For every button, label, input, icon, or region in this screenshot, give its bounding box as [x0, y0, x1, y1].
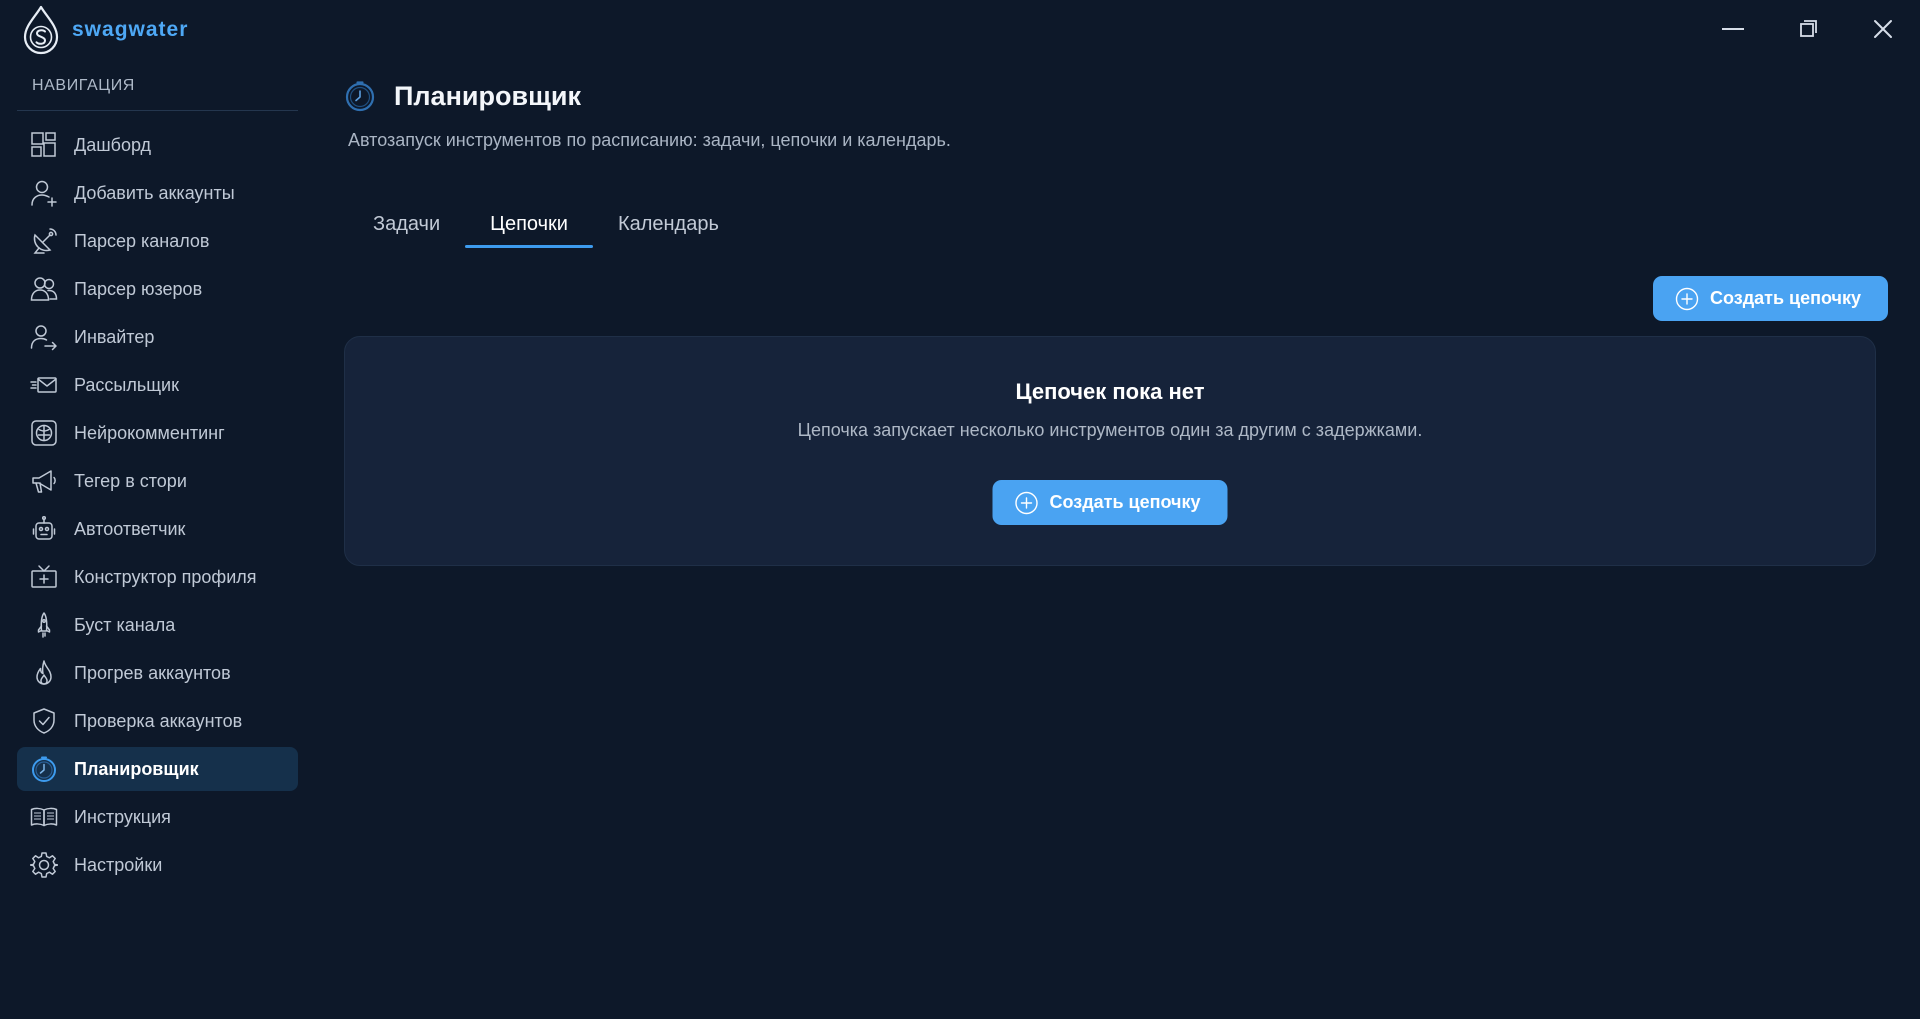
sidebar-item-auto-responder[interactable]: Автоответчик [17, 507, 298, 551]
sidebar-item-label: Нейрокомментинг [74, 422, 225, 443]
sidebar: swagwater НАВИГАЦИЯ Дашборд Добавить акк… [0, 0, 312, 1019]
app-window: swagwater НАВИГАЦИЯ Дашборд Добавить акк… [0, 0, 1920, 1019]
sidebar-item-label: Настройки [74, 854, 163, 875]
clock-icon [345, 81, 375, 112]
envelope-icon [30, 371, 58, 399]
water-drop-logo-icon [23, 5, 59, 55]
users-icon [30, 275, 58, 303]
book-icon [30, 803, 58, 831]
plus-circle-icon [1015, 491, 1038, 514]
rocket-icon [30, 611, 58, 639]
nav-divider [17, 110, 298, 111]
empty-state-card: Цепочек пока нет Цепочка запускает неско… [344, 336, 1876, 566]
sidebar-item-label: Добавить аккаунты [74, 182, 235, 203]
tabs: Задачи Цепочки Календарь [348, 200, 744, 250]
sidebar-item-account-warmup[interactable]: Прогрев аккаунтов [17, 651, 298, 695]
sidebar-item-story-tagger[interactable]: Тегер в стори [17, 459, 298, 503]
main-content: Планировщик Автозапуск инструментов по р… [344, 0, 1920, 1019]
dashboard-icon [30, 131, 58, 159]
satellite-dish-icon [30, 227, 58, 255]
sidebar-item-channel-parser[interactable]: Парсер каналов [17, 219, 298, 263]
sidebar-item-label: Конструктор профиля [74, 566, 257, 587]
create-chain-label: Создать цепочку [1710, 288, 1861, 308]
sidebar-item-label: Автоответчик [74, 518, 186, 539]
tab-chains[interactable]: Цепочки [465, 200, 593, 248]
tv-plus-icon [30, 563, 58, 591]
sidebar-item-dashboard[interactable]: Дашборд [17, 123, 298, 167]
sidebar-item-account-check[interactable]: Проверка аккаунтов [17, 699, 298, 743]
plus-circle-icon [1675, 287, 1699, 310]
sidebar-item-instructions[interactable]: Инструкция [17, 795, 298, 839]
robot-icon [30, 515, 58, 543]
brain-icon [30, 419, 58, 447]
nav-list: Дашборд Добавить аккаунты Парсер каналов [17, 123, 298, 891]
sidebar-item-label: Дашборд [74, 134, 152, 155]
create-chain-button[interactable]: Создать цепочку [1653, 276, 1888, 321]
empty-state-description: Цепочка запускает несколько инструментов… [797, 420, 1423, 440]
sidebar-item-label: Рассыльщик [74, 374, 179, 395]
sidebar-item-profile-builder[interactable]: Конструктор профиля [17, 555, 298, 599]
sidebar-item-scheduler[interactable]: Планировщик [17, 747, 298, 791]
sidebar-item-inviter[interactable]: Инвайтер [17, 315, 298, 359]
sidebar-item-label: Парсер юзеров [74, 278, 203, 299]
sidebar-item-mailer[interactable]: Рассыльщик [17, 363, 298, 407]
empty-state-title: Цепочек пока нет [1015, 379, 1205, 404]
sidebar-item-label: Тегер в стори [74, 470, 187, 491]
gear-icon [30, 851, 58, 879]
sidebar-item-label: Планировщик [74, 758, 199, 779]
empty-create-chain-button[interactable]: Создать цепочку [992, 480, 1228, 525]
nav-heading: НАВИГАЦИЯ [32, 77, 135, 94]
brand[interactable]: swagwater [22, 4, 188, 56]
shield-check-icon [30, 707, 58, 735]
clock-icon [30, 755, 58, 783]
tab-calendar[interactable]: Календарь [593, 200, 744, 248]
page-subtitle: Автозапуск инструментов по расписанию: з… [348, 130, 951, 150]
sidebar-item-channel-boost[interactable]: Буст канала [17, 603, 298, 647]
sidebar-item-settings[interactable]: Настройки [17, 843, 298, 887]
page-header: Планировщик [344, 76, 581, 116]
sidebar-item-label: Проверка аккаунтов [74, 710, 243, 731]
sidebar-item-label: Буст канала [74, 614, 176, 635]
user-plus-icon [30, 179, 58, 207]
sidebar-item-label: Инвайтер [74, 326, 155, 347]
sidebar-item-label: Инструкция [74, 806, 171, 827]
sidebar-item-label: Прогрев аккаунтов [74, 662, 231, 683]
user-arrow-icon [30, 323, 58, 351]
sidebar-item-label: Парсер каналов [74, 230, 210, 251]
megaphone-icon [30, 467, 58, 495]
empty-create-chain-label: Создать цепочку [1049, 492, 1201, 512]
app-name: swagwater [72, 18, 189, 41]
sidebar-item-user-parser[interactable]: Парсер юзеров [17, 267, 298, 311]
page-title: Планировщик [394, 80, 581, 111]
sidebar-item-add-accounts[interactable]: Добавить аккаунты [17, 171, 298, 215]
flame-icon [30, 659, 58, 687]
tab-tasks[interactable]: Задачи [348, 200, 465, 248]
sidebar-item-neuro-commenting[interactable]: Нейрокомментинг [17, 411, 298, 455]
